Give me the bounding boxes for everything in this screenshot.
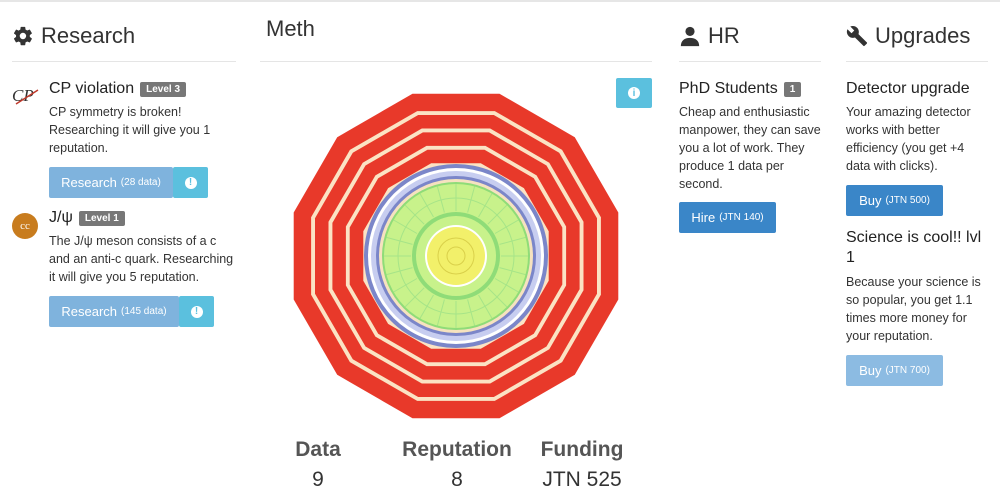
upgrade-description: Because your science is so popular, you … [846,275,981,343]
funding-value: JTN 525 [542,468,622,491]
charm-quark-icon: cc [12,213,38,239]
reputation-label: Reputation [402,438,512,461]
research-button-label: Research [61,175,117,190]
detector-header: Meth [260,2,652,62]
upgrade-description: Your amazing detector works with better … [846,105,971,173]
research-name: CP violation [49,80,135,97]
count-badge: 1 [783,81,802,97]
upgrade-name: Detector upgrade [846,80,970,97]
hr-item-phd: PhD Students 1 Cheap and enthusiastic man… [679,80,821,233]
detector[interactable] [260,90,652,420]
wrench-icon [846,25,868,46]
research-item-jpsi: cc J/ψ Level 1 The J/ψ meson consists of … [12,209,236,327]
buy-button-label: Buy [859,193,882,208]
research-cp-info-button[interactable]: ! [173,167,208,198]
hr-column: HR PhD Students 1 Cheap and enthusiastic … [679,2,821,233]
upgrades-header: Upgrades [846,2,988,62]
hire-phd-button[interactable]: Hire (JTN 140) [679,202,776,233]
upgrade-item-detector: Detector upgrade Your amazing detector w… [846,80,988,216]
buy-button-cost: (JTN 700) [885,365,930,376]
research-header: Research [12,2,236,62]
research-item-cp: CP CP violation Level 3 CP symmetry is br… [12,80,236,198]
hr-item-name: PhD Students [679,80,778,97]
research-title: Research [41,22,136,48]
buy-button-cost: (JTN 500) [885,195,930,206]
research-button-cost: (28 data) [120,177,161,188]
research-jpsi-info-button[interactable]: ! [179,296,214,327]
research-button-label: Research [61,304,118,319]
upgrades-title: Upgrades [875,22,971,48]
detector-title: Meth [266,16,315,41]
buy-science-upgrade-button[interactable]: Buy (JTN 700) [846,355,943,386]
research-column: Research CP CP violation Level 3 CP symme… [12,2,236,327]
hr-item-description: Cheap and enthusiastic manpower, they ca… [679,105,821,191]
hr-title: HR [708,22,740,48]
buy-button-label: Buy [859,363,882,378]
upgrade-name: Science is cool!! lvl 1 [846,229,982,266]
cp-icon: CP [12,86,40,108]
hr-header: HR [679,2,821,62]
research-button-cost: (145 data) [121,306,167,317]
detector-column: Meth i Data 9 Reputation 8 Funding JTN 5… [260,2,652,504]
data-label: Data [295,438,341,461]
info-icon: ! [184,176,197,189]
upgrades-column: Upgrades Detector upgrade Your amazing d… [846,2,988,386]
research-cp-button[interactable]: Research (28 data) [49,167,173,198]
reputation-value: 8 [451,468,463,491]
user-icon [680,26,700,46]
buy-detector-upgrade-button[interactable]: Buy (JTN 500) [846,185,943,216]
data-value: 9 [312,468,324,491]
research-description: The J/ψ meson consists of a c and an ant… [49,234,234,284]
hire-button-label: Hire [691,210,716,225]
hire-button-cost: (JTN 140) [719,212,764,223]
level-badge: Level 1 [78,210,125,226]
level-badge: Level 3 [140,81,187,97]
research-jpsi-button[interactable]: Research (145 data) [49,296,179,327]
upgrade-item-science: Science is cool!! lvl 1 Because your sci… [846,228,988,386]
funding-label: Funding [540,438,624,461]
research-name: J/ψ [49,209,73,226]
pixel-detector [427,227,485,285]
info-icon: ! [190,305,203,318]
gear-icon [13,26,32,45]
research-description: CP symmetry is broken! Researching it wi… [49,105,211,155]
